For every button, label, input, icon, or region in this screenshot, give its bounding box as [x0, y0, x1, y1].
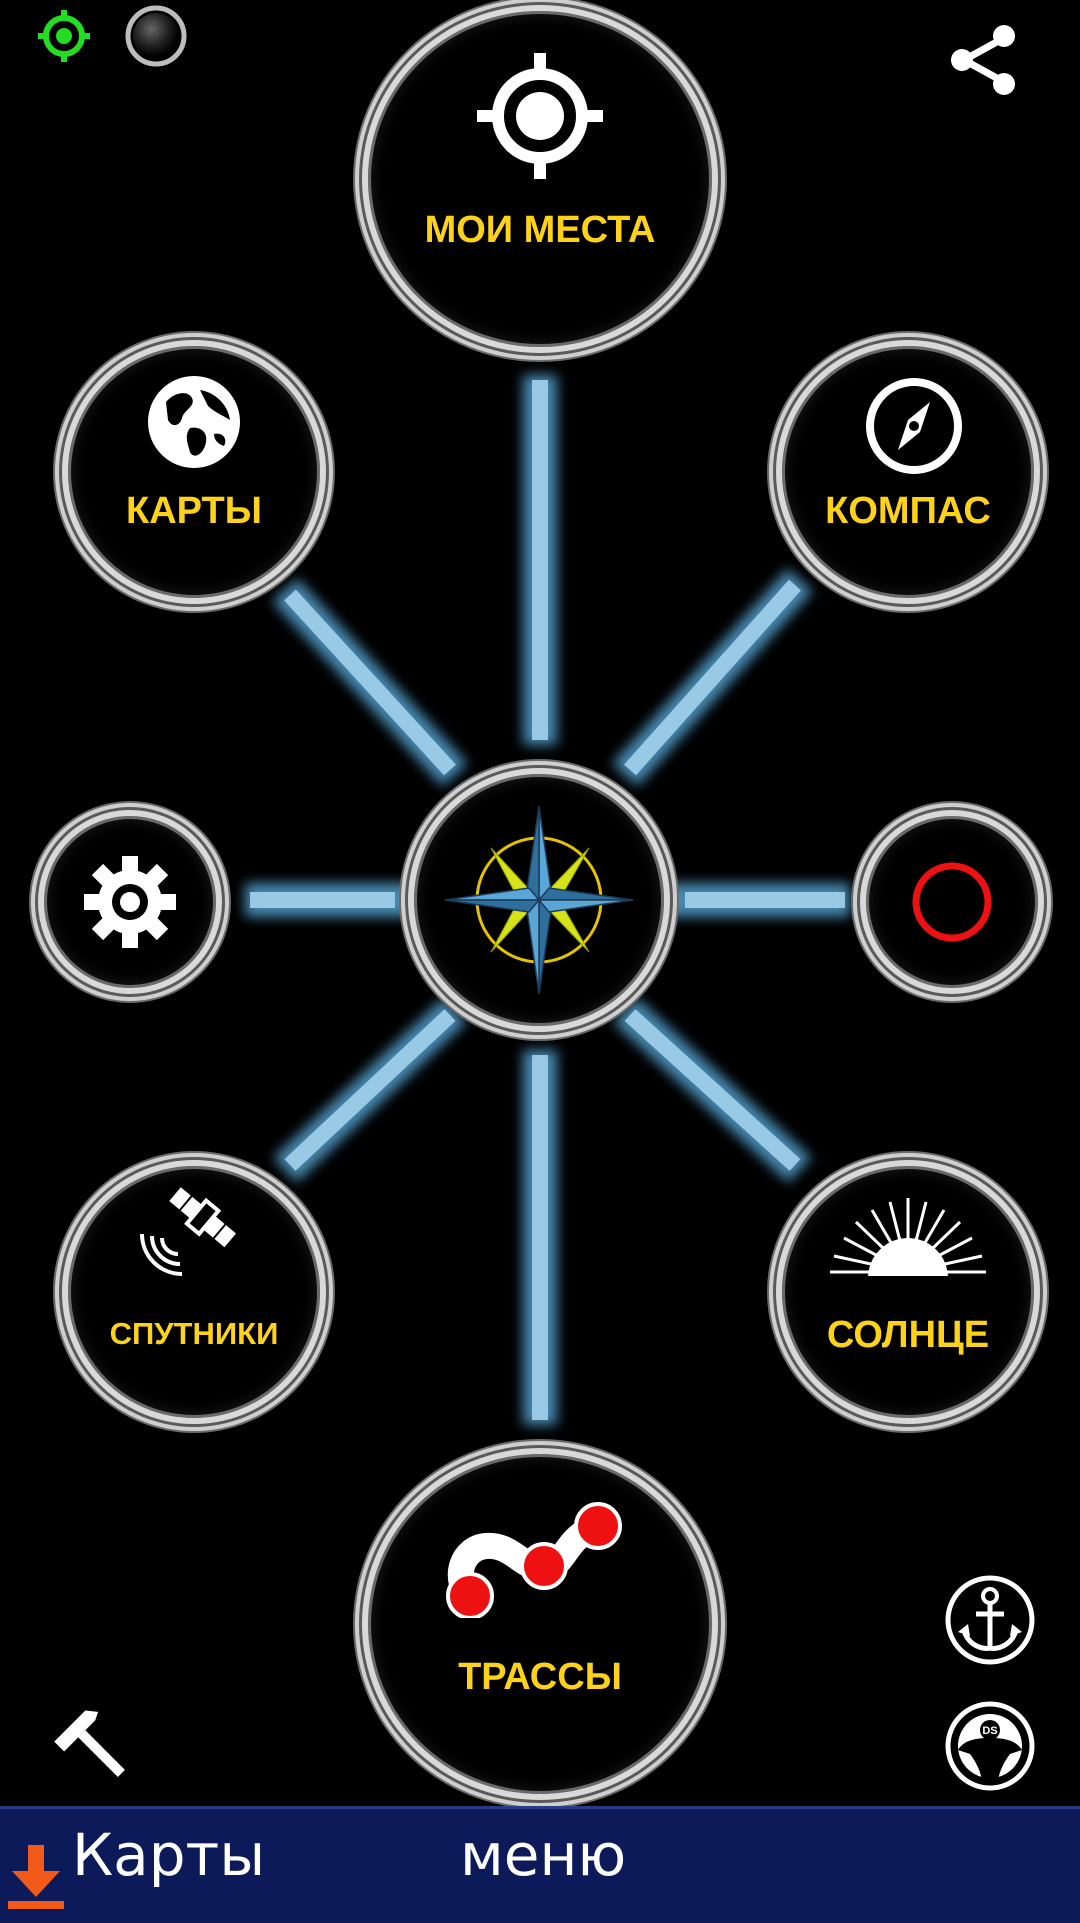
- steering-badge-text: DS: [982, 1725, 997, 1737]
- compass-rose-button[interactable]: [408, 768, 670, 1032]
- menu-button[interactable]: меню: [460, 1821, 626, 1889]
- download-icon[interactable]: [8, 1845, 64, 1911]
- satellites-button[interactable]: СПУТНИКИ: [62, 1160, 326, 1424]
- compass-rose-icon: [444, 805, 634, 995]
- tracks-label: ТРАССЫ: [458, 1656, 622, 1698]
- crosshair-icon: [477, 53, 603, 179]
- satellites-label: СПУТНИКИ: [109, 1316, 279, 1351]
- my-places-label: МОИ МЕСТА: [424, 209, 656, 251]
- compass-button[interactable]: КОМПАС: [776, 340, 1040, 604]
- compass-label: КОМПАС: [825, 490, 991, 532]
- gps-status-icon[interactable]: [36, 8, 92, 64]
- compass-icon: [866, 378, 962, 474]
- my-places-button[interactable]: МОИ МЕСТА: [362, 5, 718, 353]
- maps-label: КАРТЫ: [126, 490, 262, 532]
- bottom-bar: Карты меню: [0, 1806, 1080, 1923]
- maps-bottom-label[interactable]: Карты: [72, 1821, 265, 1889]
- tracks-button[interactable]: ТРАССЫ: [362, 1448, 718, 1800]
- sun-button[interactable]: СОЛНЦЕ: [776, 1160, 1040, 1424]
- hammer-icon[interactable]: [48, 1700, 134, 1786]
- indicator-dot-icon[interactable]: [124, 4, 188, 68]
- gear-icon: [84, 856, 176, 948]
- settings-button[interactable]: [38, 810, 222, 994]
- record-button[interactable]: [860, 810, 1044, 994]
- satellite-icon: [140, 1187, 237, 1276]
- steering-wheel-icon[interactable]: DS: [944, 1700, 1036, 1792]
- maps-button[interactable]: КАРТЫ: [62, 340, 326, 604]
- globe-icon: [148, 376, 240, 468]
- share-icon[interactable]: [944, 20, 1024, 100]
- anchor-icon[interactable]: [944, 1574, 1036, 1666]
- track-route-icon: [446, 1502, 622, 1618]
- sunrise-icon: [828, 1198, 988, 1282]
- record-circle-icon: [912, 862, 992, 942]
- sun-label: СОЛНЦЕ: [826, 1314, 990, 1356]
